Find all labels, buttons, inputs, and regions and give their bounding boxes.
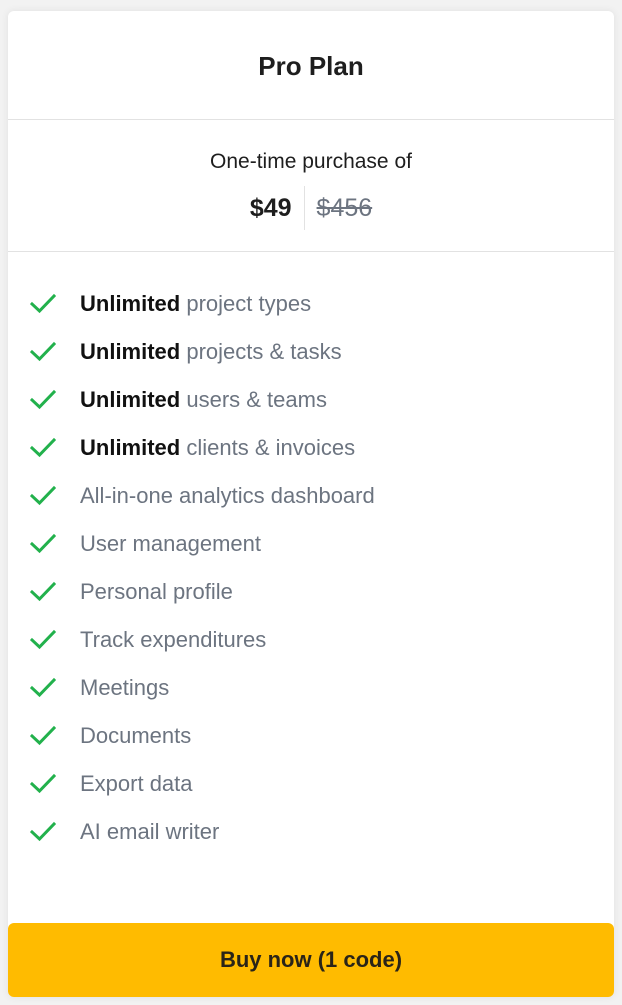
card-header: Pro Plan	[8, 11, 614, 120]
feature-list: Unlimited project types Unlimited project…	[8, 252, 614, 856]
feature-label: Export data	[80, 771, 193, 797]
feature-description: User management	[80, 531, 261, 556]
feature-item: Meetings	[8, 664, 614, 712]
feature-item: Unlimited users & teams	[8, 376, 614, 424]
feature-item: Documents	[8, 712, 614, 760]
feature-label: Track expenditures	[80, 627, 266, 653]
check-icon	[30, 821, 56, 842]
check-icon	[30, 389, 56, 410]
feature-label: AI email writer	[80, 819, 219, 845]
pricing-card: Pro Plan One-time purchase of $49 $456 U…	[8, 11, 614, 997]
buy-now-button[interactable]: Buy now (1 code)	[8, 923, 614, 997]
feature-highlight: Unlimited	[80, 435, 181, 460]
feature-label: Unlimited users & teams	[80, 387, 327, 413]
feature-label: Personal profile	[80, 579, 233, 605]
feature-item: AI email writer	[8, 808, 614, 856]
original-price: $456	[316, 193, 373, 222]
purchase-label: One-time purchase of	[210, 150, 412, 173]
feature-description: AI email writer	[80, 819, 220, 844]
feature-description: Personal profile	[80, 579, 233, 604]
plan-title: Pro Plan	[258, 51, 364, 81]
feature-item: All-in-one analytics dashboard	[8, 472, 614, 520]
check-icon	[30, 485, 56, 506]
feature-description: projects & tasks	[180, 339, 342, 364]
feature-item: User management	[8, 520, 614, 568]
feature-item: Export data	[8, 760, 614, 808]
feature-highlight: Unlimited	[80, 291, 181, 316]
feature-label: User management	[80, 531, 261, 557]
price-row: $49 $456	[250, 186, 372, 230]
feature-label: Meetings	[80, 675, 169, 701]
feature-description: users & teams	[180, 387, 327, 412]
feature-item: Unlimited clients & invoices	[8, 424, 614, 472]
feature-description: Export data	[80, 771, 193, 796]
check-icon	[30, 725, 56, 746]
feature-highlight: Unlimited	[80, 339, 181, 364]
check-icon	[30, 581, 56, 602]
check-icon	[30, 677, 56, 698]
feature-description: Meetings	[80, 675, 170, 700]
feature-label: Unlimited project types	[80, 291, 311, 317]
feature-item: Unlimited project types	[8, 280, 614, 328]
feature-description: project types	[180, 291, 312, 316]
feature-label: Unlimited projects & tasks	[80, 339, 342, 365]
check-icon	[30, 341, 56, 362]
feature-item: Track expenditures	[8, 616, 614, 664]
feature-description: All-in-one analytics dashboard	[80, 483, 375, 508]
feature-item: Unlimited projects & tasks	[8, 328, 614, 376]
check-icon	[30, 773, 56, 794]
feature-description: Documents	[80, 723, 192, 748]
check-icon	[30, 437, 56, 458]
feature-description: clients & invoices	[180, 435, 356, 460]
check-icon	[30, 293, 56, 314]
feature-label: Documents	[80, 723, 191, 749]
current-price: $49	[249, 193, 292, 222]
feature-label: All-in-one analytics dashboard	[80, 483, 375, 509]
feature-label: Unlimited clients & invoices	[80, 435, 355, 461]
check-icon	[30, 629, 56, 650]
feature-highlight: Unlimited	[80, 387, 181, 412]
feature-item: Personal profile	[8, 568, 614, 616]
check-icon	[30, 533, 56, 554]
feature-description: Track expenditures	[80, 627, 267, 652]
pricing-section: One-time purchase of $49 $456	[8, 120, 614, 252]
